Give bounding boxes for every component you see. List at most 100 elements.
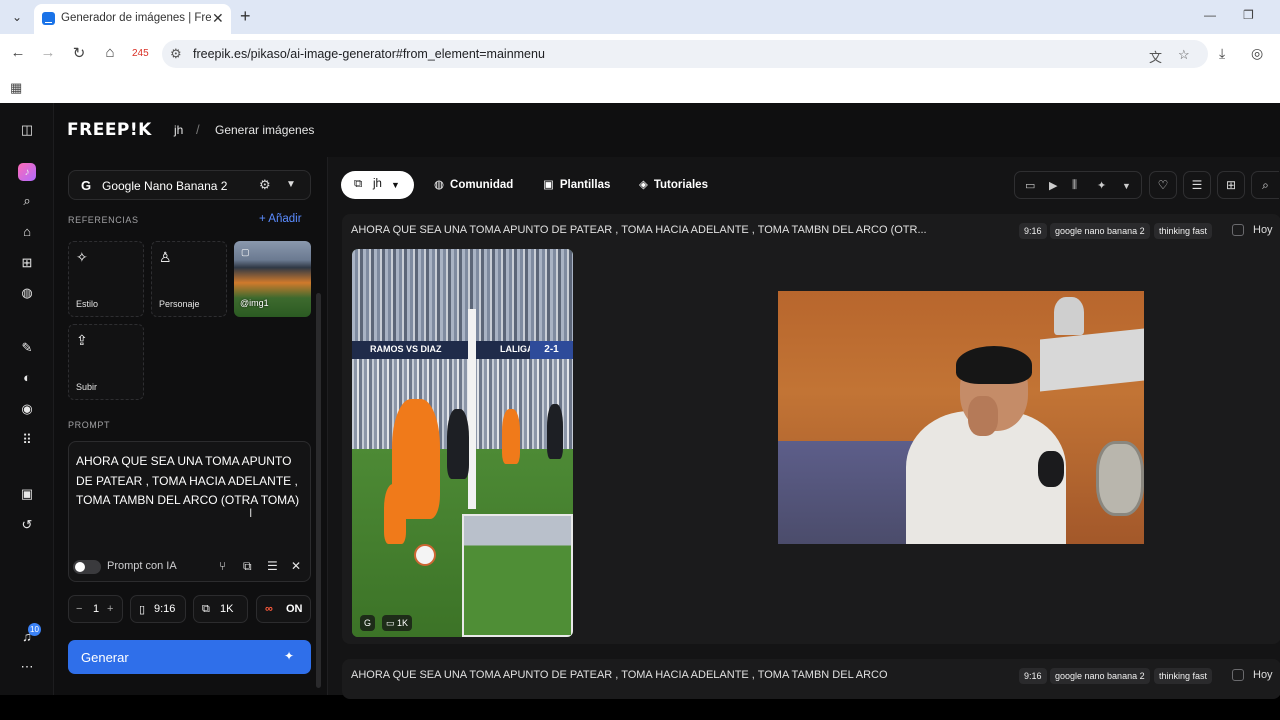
bookmark-star-icon[interactable]: ☆ [1178, 47, 1190, 63]
cam-wall-frame [1040, 328, 1144, 392]
aspect-ratio-button[interactable]: ▯ 9:16 [130, 595, 186, 623]
image-generator-icon[interactable]: ♪ [18, 163, 36, 181]
generated-image[interactable]: RAMOS VS DIAZ LALIGA 2-1 G ▭ 1K [352, 249, 573, 637]
back-icon[interactable]: ← [8, 44, 28, 61]
home-icon[interactable]: ⌂ [100, 44, 120, 61]
download-icon[interactable]: ⤓ [1219, 45, 1225, 62]
translate-icon[interactable]: 文 [1149, 47, 1162, 66]
image-model-tag: G [360, 615, 376, 631]
resolution-button[interactable]: ⧉ 1K [193, 595, 248, 623]
restore-icon[interactable]: ❐ [1243, 8, 1254, 22]
site-info-icon[interactable]: ⚙ [170, 46, 182, 62]
ref-character-card[interactable]: ♙ Personaje [151, 241, 227, 317]
select-checkbox[interactable] [1232, 224, 1244, 236]
new-tab-icon[interactable]: + [240, 6, 251, 27]
image-player-2 [502, 409, 520, 464]
grid-view-icon[interactable]: ⊞ [1217, 171, 1245, 199]
search-icon[interactable]: ⌕ [1251, 171, 1279, 199]
history-icon[interactable]: ↺ [17, 515, 37, 535]
favorites-heart-icon[interactable]: ♡ [1149, 171, 1177, 199]
video-filter-icon[interactable]: ▶ [1049, 179, 1057, 192]
image-crowd-area [352, 249, 573, 341]
image-inset-goal-view [462, 514, 573, 637]
image-filter-icon[interactable]: ▭ [1025, 179, 1035, 192]
generation-prompt[interactable]: AHORA QUE SEA UNA TOMA APUNTO DE PATEAR … [351, 669, 888, 681]
freepik-logo[interactable]: FREEP!K [67, 120, 152, 140]
video-icon[interactable]: ◐ [17, 368, 37, 388]
gallery-icon[interactable]: ▣ [17, 484, 37, 504]
media-type-filter[interactable]: ▭ ▶ ⫼ ✦ ▼ [1014, 171, 1142, 199]
branch-icon[interactable]: ⑂ [219, 559, 226, 573]
prompt-textarea[interactable]: AHORA QUE SEA UNA TOMA APUNTO DE PATEAR … [68, 441, 311, 582]
tab-list-chevron-icon[interactable]: ⌄ [6, 7, 28, 27]
ref-upload-label: Subir [76, 382, 98, 392]
graduation-cap-icon: ◈ [639, 179, 648, 191]
tab-tutoriales[interactable]: ◈ Tutoriales [639, 177, 708, 191]
unlimited-button[interactable]: ∞ ON [256, 595, 311, 623]
model3d-filter-icon[interactable]: ✦ [1097, 179, 1106, 192]
tab-close-icon[interactable]: ✕ [212, 10, 224, 27]
sidebar-toggle-icon[interactable]: ◫ [17, 120, 37, 140]
edit-image-icon[interactable]: ✎ [17, 338, 37, 358]
url-text[interactable]: freepik.es/pikaso/ai-image-generator#fro… [193, 47, 545, 61]
prompt-ai-toggle[interactable] [73, 560, 101, 574]
chevron-down-icon: ▼ [391, 180, 400, 190]
banner-matchup: RAMOS VS DIAZ [370, 344, 442, 354]
chevron-down-icon: ▼ [286, 179, 296, 190]
generation-prompt[interactable]: AHORA QUE SEA UNA TOMA APUNTO DE PATEAR … [351, 224, 927, 236]
cam-person-hair [956, 346, 1032, 384]
model-chip: google nano banana 2 [1050, 223, 1150, 239]
more-tools-icon[interactable]: ⠿ [17, 430, 37, 450]
model-name: Google Nano Banana 2 [102, 179, 228, 193]
ref-image-thumbnail[interactable]: ▢ @img1 [234, 241, 311, 317]
generation-card: AHORA QUE SEA UNA TOMA APUNTO DE PATEAR … [342, 659, 1280, 699]
filters-sliders-icon[interactable]: ☰ [1183, 171, 1211, 199]
more-icon[interactable]: ⋯ [17, 657, 37, 677]
quantity-stepper[interactable]: − 1 + [68, 595, 123, 623]
model-settings-gear-icon[interactable]: ⚙ [259, 177, 271, 193]
ref-upload-card[interactable]: ⇪ Subir [68, 324, 144, 400]
add-label: Añadir [268, 213, 302, 225]
audio-icon[interactable]: ◉ [17, 399, 37, 419]
audio-filter-icon[interactable]: ⫼ [1072, 179, 1077, 192]
search-icon[interactable]: ⌕ [17, 191, 37, 211]
generate-button[interactable]: Generar ✦ [68, 640, 311, 674]
browser-toolbar: ← → ↻ ⌂ 245 ⚙ freepik.es/pikaso/ai-image… [0, 34, 1280, 72]
browser-tab[interactable]: Generador de imágenes | Freepik ✕ [34, 4, 231, 34]
infinity-icon: ∞ [265, 603, 273, 615]
chevron-down-icon[interactable]: ▼ [1122, 181, 1131, 191]
ref-style-card[interactable]: ✧ Estilo [68, 241, 144, 317]
prompt-text[interactable]: AHORA QUE SEA UNA TOMA APUNTO DE PATEAR … [76, 452, 306, 511]
home-icon[interactable]: ⌂ [17, 222, 37, 242]
minus-icon[interactable]: − [76, 603, 82, 615]
minimize-icon[interactable]: — [1204, 8, 1216, 22]
tab-comunidad[interactable]: ◍ Comunidad [434, 177, 513, 191]
aspect-ratio-value: 9:16 [154, 603, 176, 615]
select-checkbox[interactable] [1232, 669, 1244, 681]
panel-scrollbar[interactable] [316, 293, 321, 688]
breadcrumb-page: Generar imágenes [215, 123, 315, 137]
edit-list-icon[interactable]: ☰ [267, 559, 278, 573]
reload-icon[interactable]: ↻ [69, 44, 89, 62]
bookmarks-bar: ▦ [0, 72, 1280, 103]
app-topbar: FREEP!K jh / Generar imágenes [55, 103, 1280, 157]
globe-icon[interactable]: ◍ [17, 283, 37, 303]
profile-icon[interactable]: ◎ [1251, 45, 1263, 62]
cam-lamp [1054, 297, 1084, 335]
forward-icon[interactable]: → [38, 44, 58, 61]
breadcrumb-user[interactable]: jh [174, 123, 183, 137]
translate-shapes-icon[interactable]: ⧉ [243, 559, 252, 574]
tab-plantillas[interactable]: ▣ Plantillas [543, 177, 610, 191]
apps-grid-icon[interactable]: ▦ [10, 80, 22, 96]
address-bar[interactable]: ⚙ freepik.es/pikaso/ai-image-generator#f… [162, 40, 1208, 68]
user-filter-dropdown[interactable]: ⧉ jh ▼ [341, 171, 414, 199]
apps-icon[interactable]: ⊞ [17, 253, 37, 273]
extension-counter[interactable]: 245 [132, 48, 149, 59]
image-goalpost [468, 309, 476, 509]
image-res-icon: ▭ [386, 618, 398, 628]
plus-icon[interactable]: + [107, 603, 113, 615]
clear-icon[interactable]: ✕ [291, 559, 301, 573]
model-select[interactable]: G Google Nano Banana 2 ⚙ ▼ [68, 170, 311, 200]
aspect-chip: 9:16 [1019, 668, 1047, 684]
add-reference-button[interactable]: + Añadir [259, 213, 302, 225]
